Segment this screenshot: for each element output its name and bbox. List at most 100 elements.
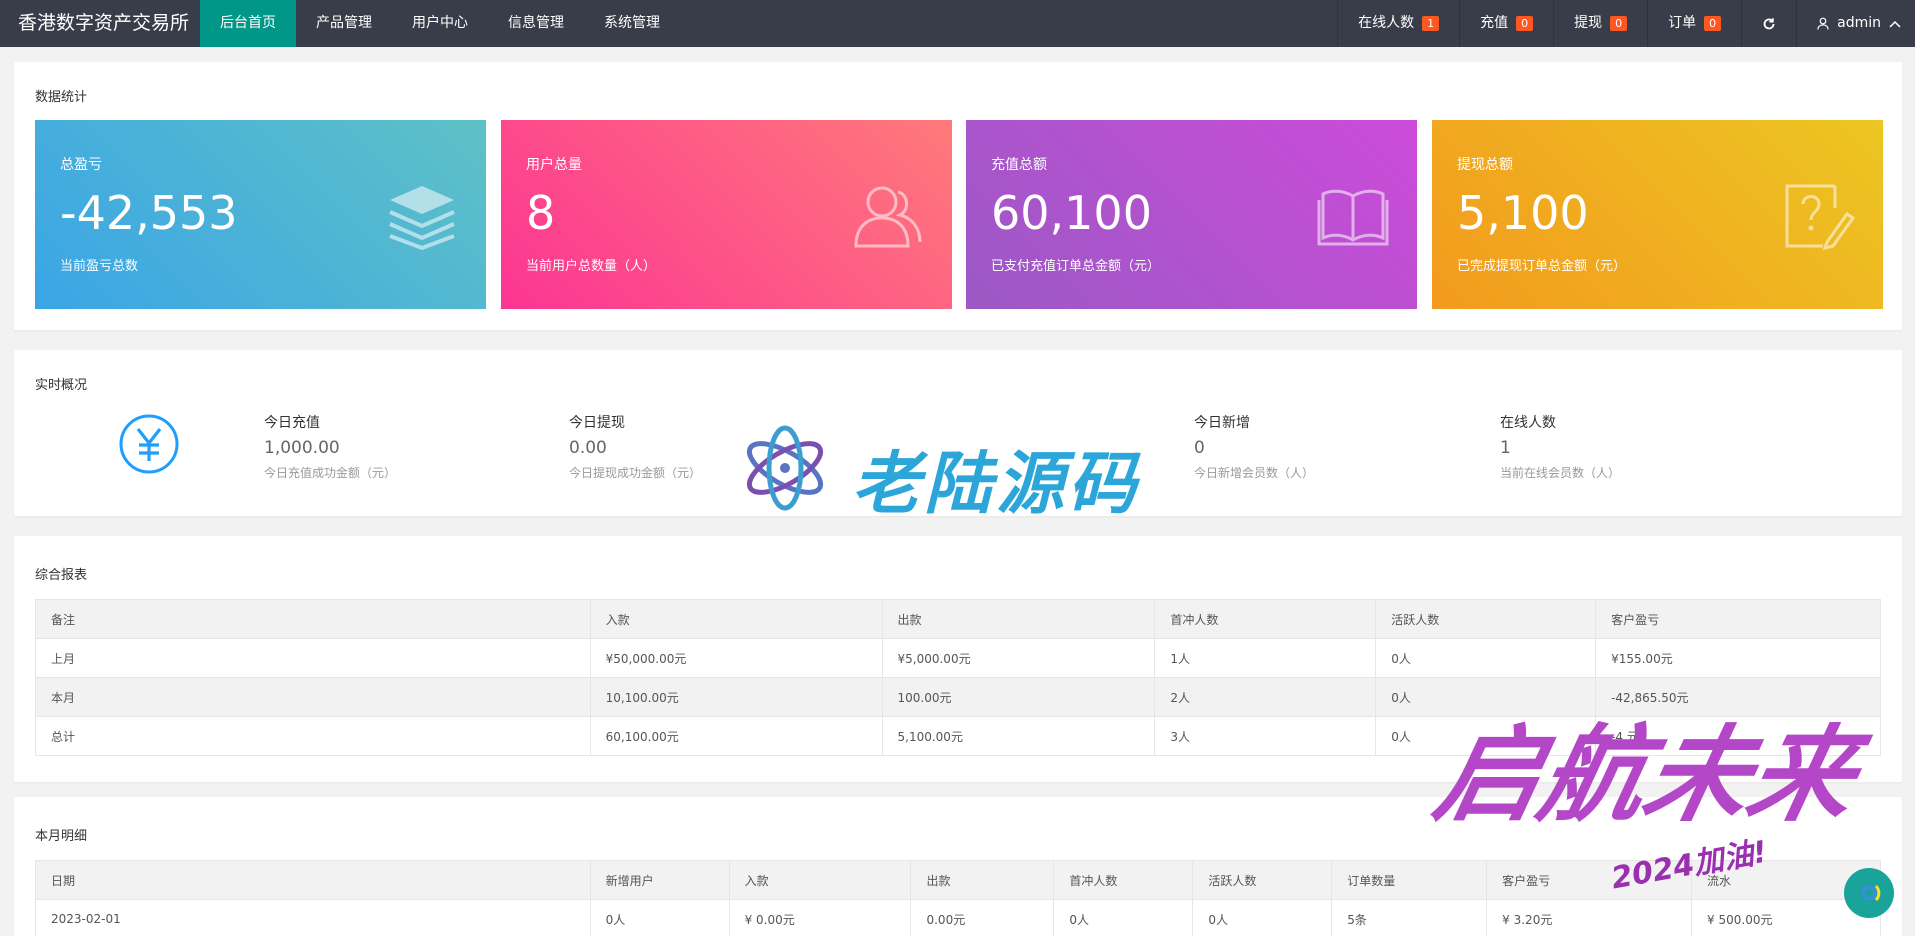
column-header: 入款 xyxy=(728,860,912,900)
column-header: 备注 xyxy=(35,599,591,639)
realtime-title: 实时概况 xyxy=(35,378,88,393)
watermark-text: 启航未来 xyxy=(1425,714,1867,836)
rt-label: 今日充值 xyxy=(264,415,320,431)
stat-label: 提现总额 xyxy=(1457,157,1513,173)
online-label: 在线人数 xyxy=(1358,15,1415,31)
orders-label: 订单 xyxy=(1668,15,1697,31)
refresh-icon xyxy=(1763,17,1775,29)
rt-value: 1 xyxy=(1500,438,1511,458)
rt-today-withdraw: 今日提现 0.00 今日提现成功金额（元） xyxy=(569,412,701,481)
book-icon xyxy=(1317,189,1389,246)
nav-products[interactable]: 产品管理 xyxy=(296,0,392,47)
user-icon xyxy=(1817,17,1829,30)
column-header: 首冲人数 xyxy=(1053,860,1194,900)
nav-users[interactable]: 用户中心 xyxy=(392,0,488,47)
rt-online: 在线人数 1 当前在线会员数（人） xyxy=(1500,412,1620,481)
stat-subtext: 已支付充值订单总金额（元） xyxy=(991,259,1161,274)
stat-subtext: 已完成提现订单总金额（元） xyxy=(1457,259,1627,274)
table-cell: 100.00元 xyxy=(881,677,1156,717)
stat-card-recharge[interactable]: 充值总额 60,100 已支付充值订单总金额（元） xyxy=(966,120,1417,309)
floating-chat-button[interactable] xyxy=(1844,868,1894,918)
table-cell: 本月 xyxy=(35,677,591,717)
chevron-up-icon xyxy=(1889,20,1901,28)
yen-icon xyxy=(119,414,179,474)
corner-watermark: 启航未来 2024加油! xyxy=(1425,670,1910,920)
table-cell: 3人 xyxy=(1154,716,1377,756)
stat-value: 8 xyxy=(526,186,556,240)
table-cell: ¥ 0.00元 xyxy=(728,899,912,936)
users-icon xyxy=(854,186,922,248)
table-cell: 2人 xyxy=(1154,677,1377,717)
stat-card-users[interactable]: 用户总量 8 当前用户总数量（人） xyxy=(501,120,952,309)
rt-today-recharge: 今日充值 1,000.00 今日充值成功金额（元） xyxy=(264,412,396,481)
table-header-row: 备注 入款 出款 首冲人数 活跃人数 客户盈亏 xyxy=(35,599,1881,639)
orders-link[interactable]: 订单 0 xyxy=(1647,0,1741,47)
withdraw-label: 提现 xyxy=(1574,15,1603,31)
user-menu[interactable]: admin xyxy=(1796,0,1915,47)
rt-today-new: 今日新增 0 今日新增会员数（人） xyxy=(1194,412,1314,481)
table-cell: 上月 xyxy=(35,638,591,678)
recharge-label: 充值 xyxy=(1480,15,1509,31)
rt-label: 在线人数 xyxy=(1500,415,1556,431)
stats-title: 数据统计 xyxy=(35,90,88,105)
stat-card-withdraw[interactable]: 提现总额 5,100 已完成提现订单总金额（元） xyxy=(1432,120,1883,309)
rt-subtext: 今日充值成功金额（元） xyxy=(264,466,397,480)
report-title: 综合报表 xyxy=(35,568,88,583)
column-header: 出款 xyxy=(881,599,1156,639)
column-header: 首冲人数 xyxy=(1154,599,1377,639)
stat-label: 用户总量 xyxy=(526,157,582,173)
question-edit-icon xyxy=(1785,184,1855,250)
column-header: 活跃人数 xyxy=(1375,599,1597,639)
stat-subtext: 当前盈亏总数 xyxy=(60,259,139,274)
column-header: 客户盈亏 xyxy=(1595,599,1881,639)
column-header: 出款 xyxy=(910,860,1055,900)
rt-value: 0 xyxy=(1194,438,1205,458)
rt-value: 1,000.00 xyxy=(264,438,340,458)
stat-label: 总盈亏 xyxy=(60,157,102,173)
monthly-title: 本月明细 xyxy=(35,829,88,844)
atom-logo-icon xyxy=(746,425,824,511)
withdraw-badge: 0 xyxy=(1610,16,1628,31)
user-name: admin xyxy=(1837,15,1881,31)
right-nav: 在线人数 1 充值 0 提现 0 订单 0 admin xyxy=(1337,0,1915,47)
table-cell: 10,100.00元 xyxy=(589,677,883,717)
rt-value: 0.00 xyxy=(569,438,607,458)
stat-value: 60,100 xyxy=(991,186,1152,240)
chat-icon xyxy=(1861,884,1881,902)
column-header: 入款 xyxy=(589,599,883,639)
table-cell: 0人 xyxy=(1053,899,1194,936)
table-cell: 0.00元 xyxy=(910,899,1055,936)
watermark-text: 老陆源码 xyxy=(852,445,1141,524)
stat-subtext: 当前用户总数量（人） xyxy=(526,259,657,274)
table-cell: 0人 xyxy=(589,899,730,936)
nav-info[interactable]: 信息管理 xyxy=(488,0,584,47)
center-watermark: 老陆源码 xyxy=(740,418,1180,524)
table-cell: 5,100.00元 xyxy=(881,716,1156,756)
refresh-button[interactable] xyxy=(1741,0,1796,47)
withdraw-link[interactable]: 提现 0 xyxy=(1553,0,1647,47)
column-header: 活跃人数 xyxy=(1192,860,1333,900)
table-cell: 2023-02-01 xyxy=(35,899,591,936)
rt-subtext: 当前在线会员数（人） xyxy=(1500,466,1621,480)
nav-system[interactable]: 系统管理 xyxy=(584,0,680,47)
online-badge: 1 xyxy=(1422,16,1440,31)
online-count-link[interactable]: 在线人数 1 xyxy=(1337,0,1459,47)
recharge-link[interactable]: 充值 0 xyxy=(1459,0,1553,47)
main-nav: 后台首页 产品管理 用户中心 信息管理 系统管理 xyxy=(200,0,680,47)
column-header: 日期 xyxy=(35,860,591,900)
table-cell: ¥50,000.00元 xyxy=(589,638,883,678)
rt-label: 今日提现 xyxy=(569,415,625,431)
column-header: 新增用户 xyxy=(589,860,730,900)
table-cell: ¥5,000.00元 xyxy=(881,638,1156,678)
app-title: 香港数字资产交易所 xyxy=(18,12,190,34)
orders-badge: 0 xyxy=(1704,16,1722,31)
stat-card-profit[interactable]: 总盈亏 -42,553 当前盈亏总数 xyxy=(35,120,486,309)
table-cell: 1人 xyxy=(1154,638,1377,678)
layers-icon xyxy=(389,186,455,250)
table-cell: 60,100.00元 xyxy=(589,716,883,756)
stats-panel: 数据统计 总盈亏 -42,553 当前盈亏总数 用户总量 8 当前用户总数量（人… xyxy=(14,62,1902,330)
recharge-badge: 0 xyxy=(1516,16,1534,31)
table-cell: 总计 xyxy=(35,716,591,756)
nav-home[interactable]: 后台首页 xyxy=(200,0,296,47)
rt-label: 今日新增 xyxy=(1194,415,1250,431)
